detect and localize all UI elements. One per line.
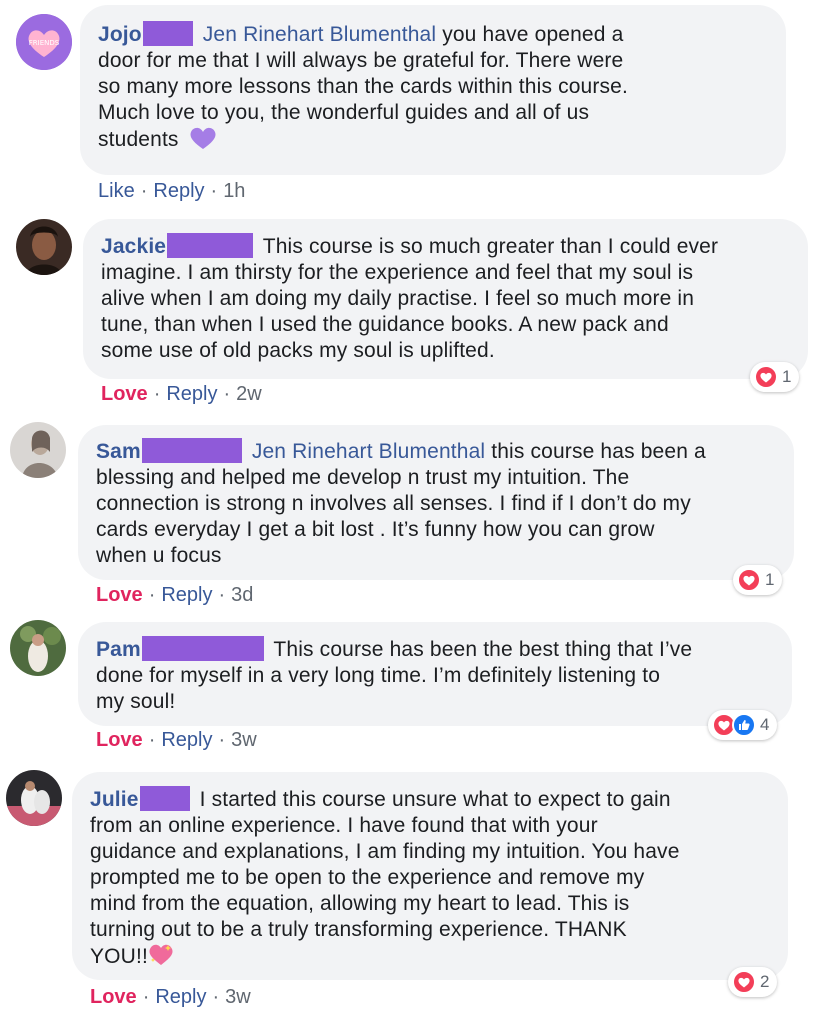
avatar[interactable] <box>6 770 62 826</box>
separator: · <box>148 729 156 751</box>
author-name[interactable]: Sam <box>96 440 141 463</box>
purple-heart-icon <box>189 126 217 157</box>
comment-text-line: tune, than when I used the guidance book… <box>101 313 669 336</box>
comment-text-line: This course has been the best thing that… <box>273 638 693 661</box>
comment-text-line: I started this course unsure what to exp… <box>199 788 671 811</box>
comment-bubble: Sam Jen Rinehart Blumenthal this course … <box>78 425 794 580</box>
redacted-surname <box>139 786 190 811</box>
love-button[interactable]: Love <box>90 986 137 1008</box>
author-name[interactable]: Pam <box>96 638 141 661</box>
timestamp[interactable]: 3w <box>231 729 257 751</box>
reply-button[interactable]: Reply <box>166 383 217 405</box>
comment-actions: Love · Reply · 3w <box>96 729 257 752</box>
profile-photo-icon <box>6 770 62 826</box>
separator: · <box>153 383 161 405</box>
comment-text-line: imagine. I am thirsty for the experience… <box>101 261 694 284</box>
reaction-summary[interactable]: 1 <box>733 565 783 595</box>
avatar[interactable] <box>16 219 72 275</box>
comment-actions: Love · Reply · 2w <box>101 383 262 406</box>
redacted-surname <box>167 233 254 258</box>
avatar[interactable]: FRIENDS <box>16 14 72 70</box>
comment-text-line: door for me that I will always be gratef… <box>98 49 624 72</box>
mention-link[interactable]: Jen Rinehart Blumenthal <box>203 23 436 46</box>
comment-text-line: this course has been a <box>491 440 706 463</box>
love-reaction-icon <box>754 365 778 389</box>
avatar[interactable] <box>10 422 66 478</box>
svg-text:FRIENDS: FRIENDS <box>29 39 60 47</box>
comment-bubble: Jojo Jen Rinehart Blumenthal you have op… <box>80 5 786 175</box>
comment-text-line: from an online experience. I have found … <box>90 814 598 837</box>
reaction-count: 4 <box>760 715 770 734</box>
sparkling-heart-icon <box>148 943 174 974</box>
profile-photo-icon <box>10 422 66 478</box>
separator: · <box>223 383 231 405</box>
reaction-summary[interactable]: 2 <box>728 967 778 997</box>
reply-button[interactable]: Reply <box>155 986 206 1008</box>
comment-text-line: done for myself in a very long time. I’m… <box>96 664 661 687</box>
comment-bubble: Jackie This course is so much greater th… <box>83 219 808 379</box>
comment-text-line: so many more lessons than the cards with… <box>98 75 628 98</box>
avatar[interactable] <box>10 620 66 676</box>
separator: · <box>218 584 226 606</box>
comment-actions: Love · Reply · 3d <box>96 584 253 607</box>
reply-button[interactable]: Reply <box>153 180 204 202</box>
comment-text-line: Much love to you, the wonderful guides a… <box>98 101 590 124</box>
like-reaction-icon <box>732 713 756 737</box>
comment-text-line: my soul! <box>96 690 176 713</box>
friends-heart-icon: FRIENDS <box>16 14 72 70</box>
reaction-summary[interactable]: 1 <box>750 362 800 392</box>
love-button[interactable]: Love <box>96 729 143 751</box>
mention-link[interactable]: Jen Rinehart Blumenthal <box>252 440 485 463</box>
love-reaction-icon <box>737 568 761 592</box>
love-reaction-icon <box>732 970 756 994</box>
author-name[interactable]: Jojo <box>98 23 142 46</box>
comment-text-line: when u focus <box>96 544 222 567</box>
author-name[interactable]: Julie <box>90 788 139 811</box>
reaction-count: 1 <box>765 570 775 589</box>
comment-actions: Love · Reply · 3w <box>90 986 251 1009</box>
love-button[interactable]: Love <box>96 584 143 606</box>
reply-button[interactable]: Reply <box>161 584 212 606</box>
separator: · <box>210 180 218 202</box>
comment-text-line: blessing and helped me develop n trust m… <box>96 466 630 489</box>
separator: · <box>140 180 148 202</box>
comment-text-line: cards everyday I get a bit lost . It’s f… <box>96 518 655 541</box>
comment-text-line: turning out to be a truly transforming e… <box>90 918 627 941</box>
comment-text-line: alive when I am doing my daily practise.… <box>101 287 695 310</box>
reaction-summary[interactable]: 4 <box>708 710 778 740</box>
comment-bubble: Julie I started this course unsure what … <box>72 772 788 980</box>
separator: · <box>142 986 150 1008</box>
reaction-count: 2 <box>760 972 770 991</box>
comment-text-line: some use of old packs my soul is uplifte… <box>101 339 495 362</box>
profile-photo-icon <box>10 620 66 676</box>
author-name[interactable]: Jackie <box>101 235 166 258</box>
comment-text-line: mind from the equation, allowing my hear… <box>90 892 630 915</box>
comment-text-line: you have opened a <box>442 23 624 46</box>
comment-text-line: students <box>98 128 179 151</box>
redacted-surname <box>141 438 242 463</box>
profile-photo-icon <box>16 219 72 275</box>
reaction-count: 1 <box>782 367 792 386</box>
reply-button[interactable]: Reply <box>161 729 212 751</box>
comment-text-line: guidance and explanations, I am finding … <box>90 840 680 863</box>
comment-actions: Like · Reply · 1h <box>98 180 245 203</box>
comment-text-line: prompted me to be open to the experience… <box>90 866 645 889</box>
comment-text-line: This course is so much greater than I co… <box>262 235 719 258</box>
comment-text-line: connection is strong n involves all sens… <box>96 492 691 515</box>
comment-text-line: YOU!! <box>90 945 148 968</box>
timestamp[interactable]: 3w <box>225 986 251 1008</box>
timestamp[interactable]: 2w <box>236 383 262 405</box>
like-button[interactable]: Like <box>98 180 135 202</box>
redacted-surname <box>141 636 264 661</box>
comment-bubble: Pam This course has been the best thing … <box>78 622 792 726</box>
timestamp[interactable]: 3d <box>231 584 253 606</box>
separator: · <box>212 986 220 1008</box>
timestamp[interactable]: 1h <box>223 180 245 202</box>
love-button[interactable]: Love <box>101 383 148 405</box>
separator: · <box>148 584 156 606</box>
separator: · <box>218 729 226 751</box>
redacted-surname <box>142 21 193 46</box>
